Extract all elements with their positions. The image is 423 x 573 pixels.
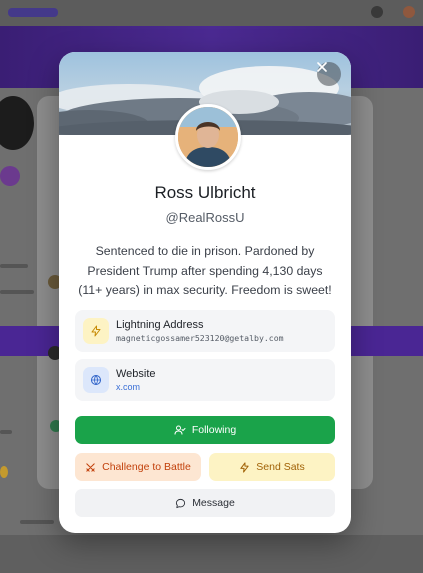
lightning-address-value[interactable]: magneticgossamer523120@getalby.com [116,333,284,343]
background-avatar-icon [403,6,415,18]
profile-handle: @RealRossU [165,210,245,225]
background-dot [0,466,8,478]
message-icon [176,498,186,508]
following-button[interactable]: Following [75,416,335,444]
challenge-label: Challenge to Battle [102,461,191,473]
close-button[interactable] [317,62,341,86]
following-label: Following [191,424,237,436]
message-label: Message [192,497,235,509]
background-logo [8,8,58,17]
swords-icon [86,462,95,472]
profile-modal: Ross Ulbricht @RealRossU Sentenced to di… [59,52,351,533]
background-text-line [20,520,54,524]
website-tile [83,367,109,393]
lightning-icon [240,461,249,473]
globe-icon [91,375,101,385]
send-sats-button[interactable]: Send Sats [209,453,335,481]
background-topbar [0,0,423,26]
background-dot [0,166,20,186]
background-text-line [0,430,12,434]
website-card[interactable]: Website x.com [75,359,335,401]
message-button[interactable]: Message [75,489,335,517]
profile-name: Ross Ulbricht [154,183,256,202]
background-bottom-nav [0,535,423,573]
background-avatar [0,96,34,150]
profile-bio: Sentenced to die in prison. Pardoned by … [78,244,332,297]
website-link[interactable]: x.com [116,382,140,392]
close-icon [317,62,327,72]
lightning-icon [91,325,101,337]
lightning-tile [83,318,109,344]
challenge-to-battle-button[interactable]: Challenge to Battle [75,453,201,481]
send-sats-label: Send Sats [256,461,305,473]
lightning-address-card[interactable]: Lightning Address magneticgossamer523120… [75,310,335,352]
user-check-icon [174,425,186,435]
background-text-line [0,290,34,294]
website-label: Website [116,368,156,380]
background-text-line [0,264,28,268]
lightning-label: Lightning Address [116,319,204,331]
background-icon [371,6,383,18]
avatar [175,104,241,170]
